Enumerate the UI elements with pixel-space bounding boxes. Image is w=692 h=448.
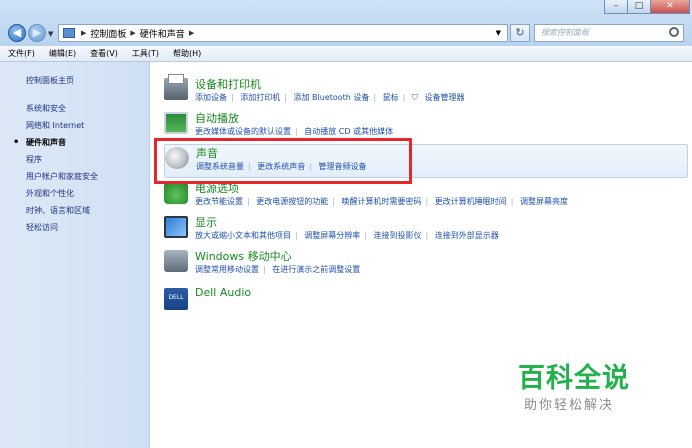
menu-file[interactable]: 文件(F) bbox=[8, 48, 35, 59]
dell-audio-icon[interactable]: DELL bbox=[164, 288, 188, 310]
chevron-right-icon[interactable]: ▶ bbox=[189, 29, 194, 37]
close-button[interactable]: ✕ bbox=[650, 0, 690, 14]
category-links: 放大或缩小文本和其他项目 | 调整屏幕分辨率 | 连接到投影仪 | 连接到外部显示器 bbox=[195, 231, 499, 240]
link-mobility-settings[interactable]: 调整常用移动设置 bbox=[195, 265, 259, 274]
menu-view[interactable]: 查看(V) bbox=[90, 48, 118, 59]
category-links: 调整常用移动设置 | 在进行演示之前调整设置 bbox=[195, 265, 361, 274]
sidebar-item-ease-of-access[interactable]: 轻松访问 bbox=[0, 219, 149, 236]
category-title[interactable]: 自动播放 bbox=[195, 110, 239, 126]
link-power-button[interactable]: 更改电源按钮的功能 bbox=[256, 197, 328, 206]
link-power-saving[interactable]: 更改节能设置 bbox=[195, 197, 243, 206]
sidebar-item-appearance[interactable]: 外观和个性化 bbox=[0, 185, 149, 202]
link-brightness[interactable]: 调整屏幕亮度 bbox=[520, 197, 568, 206]
chevron-right-icon[interactable]: ▶ bbox=[81, 29, 86, 37]
search-icon[interactable] bbox=[669, 27, 679, 37]
address-dropdown-icon[interactable]: ▼ bbox=[496, 29, 501, 37]
watermark-tagline: 助你轻松解决 bbox=[524, 398, 615, 413]
sidebar-item-home[interactable]: 控制面板主页 bbox=[0, 72, 149, 89]
category-links: 更改节能设置 | 更改电源按钮的功能 | 唤醒计算机时需要密码 | 更改计算机睡眠时间… bbox=[195, 197, 568, 206]
menu-bar: 文件(F) 编辑(E) 查看(V) 工具(T) 帮助(H) bbox=[0, 46, 692, 62]
menu-edit[interactable]: 编辑(E) bbox=[49, 48, 76, 59]
breadcrumb-control-panel[interactable]: 控制面板 bbox=[90, 27, 126, 40]
refresh-button[interactable]: ↻ bbox=[510, 24, 530, 42]
category-mobility-center: Windows 移动中心 调整常用移动设置 | 在进行演示之前调整设置 bbox=[164, 248, 688, 282]
shield-icon: ⛉ bbox=[411, 93, 418, 102]
link-autoplay-cd[interactable]: 自动播放 CD 或其他媒体 bbox=[304, 127, 393, 136]
address-bar[interactable]: ▶ 控制面板 ▶ 硬件和声音 ▶ ▼ bbox=[58, 24, 508, 42]
search-placeholder: 搜索控制面板 bbox=[541, 28, 589, 37]
minimize-button[interactable]: – bbox=[604, 0, 628, 14]
link-resolution[interactable]: 调整屏幕分辨率 bbox=[304, 231, 360, 240]
category-display: 显示 放大或缩小文本和其他项目 | 调整屏幕分辨率 | 连接到投影仪 | 连接到外部显… bbox=[164, 214, 688, 248]
display-icon[interactable] bbox=[164, 216, 188, 238]
mobility-center-icon[interactable] bbox=[164, 250, 188, 272]
sidebar-item-clock-language[interactable]: 时钟、语言和区域 bbox=[0, 202, 149, 219]
highlight-box bbox=[154, 138, 412, 184]
sidebar-item-programs[interactable]: 程序 bbox=[0, 151, 149, 168]
link-add-device[interactable]: 添加设备 bbox=[195, 93, 227, 102]
control-panel-icon bbox=[63, 28, 75, 38]
link-external-display[interactable]: 连接到外部显示器 bbox=[435, 231, 499, 240]
link-add-bluetooth[interactable]: 添加 Bluetooth 设备 bbox=[294, 93, 370, 102]
sidebar-item-hardware-sound[interactable]: 硬件和声音 bbox=[0, 134, 149, 151]
maximize-button[interactable]: □ bbox=[627, 0, 651, 14]
category-title[interactable]: Dell Audio bbox=[195, 286, 251, 299]
sidebar-item-system-security[interactable]: 系统和安全 bbox=[0, 100, 149, 117]
category-devices-printers: 设备和打印机 添加设备 | 添加打印机 | 添加 Bluetooth 设备 | 鼠标 |… bbox=[164, 74, 688, 110]
breadcrumb-hardware-sound[interactable]: 硬件和声音 bbox=[140, 27, 185, 40]
link-mouse[interactable]: 鼠标 bbox=[383, 93, 399, 102]
link-wake-password[interactable]: 唤醒计算机时需要密码 bbox=[342, 197, 422, 206]
category-title[interactable]: 设备和打印机 bbox=[195, 76, 261, 92]
autoplay-icon[interactable] bbox=[164, 112, 188, 134]
watermark-logo: 百科全说 bbox=[518, 363, 630, 394]
power-options-icon[interactable] bbox=[164, 182, 188, 204]
category-power-options: 电源选项 更改节能设置 | 更改电源按钮的功能 | 唤醒计算机时需要密码 | 更改计算… bbox=[164, 180, 688, 214]
history-dropdown-icon[interactable]: ▼ bbox=[48, 30, 53, 38]
chevron-right-icon[interactable]: ▶ bbox=[130, 29, 135, 37]
link-sleep-time[interactable]: 更改计算机睡眠时间 bbox=[435, 197, 507, 206]
title-bar: – □ ✕ ◀ ▶ ▼ ▶ 控制面板 ▶ 硬件和声音 ▶ ▼ ↻ 搜索控制面板 bbox=[0, 0, 692, 46]
category-dell-audio: DELL Dell Audio bbox=[164, 286, 688, 320]
sidebar-item-user-accounts[interactable]: 用户帐户和家庭安全 bbox=[0, 168, 149, 185]
link-projector[interactable]: 连接到投影仪 bbox=[374, 231, 422, 240]
back-button[interactable]: ◀ bbox=[8, 24, 26, 42]
category-links: 添加设备 | 添加打印机 | 添加 Bluetooth 设备 | 鼠标 | ⛉ 设备管理… bbox=[195, 93, 465, 102]
sidebar: 控制面板主页 系统和安全 网络和 Internet 硬件和声音 程序 用户帐户和… bbox=[0, 62, 150, 448]
category-title[interactable]: Windows 移动中心 bbox=[195, 248, 292, 264]
sidebar-item-network[interactable]: 网络和 Internet bbox=[0, 117, 149, 134]
search-input[interactable]: 搜索控制面板 bbox=[534, 24, 684, 42]
link-presentation-settings[interactable]: 在进行演示之前调整设置 bbox=[272, 265, 360, 274]
menu-help[interactable]: 帮助(H) bbox=[173, 48, 201, 59]
link-add-printer[interactable]: 添加打印机 bbox=[240, 93, 280, 102]
printer-icon[interactable] bbox=[164, 74, 188, 100]
category-title[interactable]: 显示 bbox=[195, 214, 217, 230]
link-text-size[interactable]: 放大或缩小文本和其他项目 bbox=[195, 231, 291, 240]
link-change-defaults[interactable]: 更改媒体或设备的默认设置 bbox=[195, 127, 291, 136]
category-links: 更改媒体或设备的默认设置 | 自动播放 CD 或其他媒体 bbox=[195, 127, 394, 136]
menu-tools[interactable]: 工具(T) bbox=[132, 48, 159, 59]
forward-button[interactable]: ▶ bbox=[28, 24, 46, 42]
window-controls: – □ ✕ bbox=[604, 0, 690, 14]
link-device-manager[interactable]: 设备管理器 bbox=[424, 93, 464, 102]
